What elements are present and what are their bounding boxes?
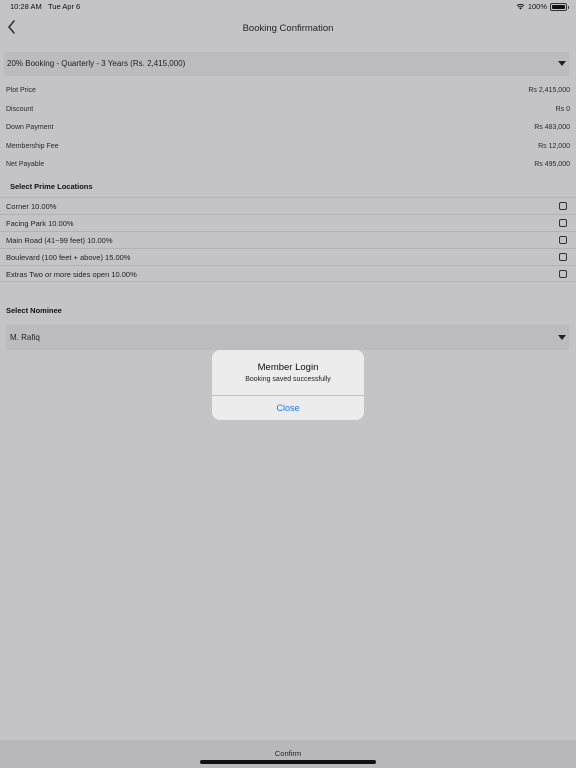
plot-price-label: Plot Price xyxy=(6,87,36,94)
plot-price-value: Rs 2,415,000 xyxy=(528,87,570,94)
nominee-title: Select Nominee xyxy=(6,306,62,315)
location-row-facing-park[interactable]: Facing Park 10.00% xyxy=(0,214,576,231)
status-time: 10:28 AM Tue Apr 6 xyxy=(10,2,80,11)
battery-icon xyxy=(550,2,569,11)
net-payable-value: Rs 495,000 xyxy=(534,161,570,168)
discount-label: Discount xyxy=(6,106,34,113)
checkbox[interactable] xyxy=(559,253,567,261)
checkbox[interactable] xyxy=(559,202,567,210)
membership-fee-label: Membership Fee xyxy=(6,143,59,150)
location-label: Facing Park 10.00% xyxy=(6,219,74,228)
caret-down-icon xyxy=(558,61,566,66)
checkbox[interactable] xyxy=(559,236,567,244)
caret-down-icon xyxy=(558,335,566,340)
home-indicator[interactable] xyxy=(200,760,376,764)
location-label: Boulevard (100 feet + above) 15.00% xyxy=(6,253,131,262)
plan-dropdown-value: 20% Booking - Quarterly - 3 Years (Rs. 2… xyxy=(7,59,186,68)
checkbox[interactable] xyxy=(559,270,567,278)
location-row-boulevard[interactable]: Boulevard (100 feet + above) 15.00% xyxy=(0,248,576,265)
location-row-main-road[interactable]: Main Road (41~99 feet) 10.00% xyxy=(0,231,576,248)
checkbox[interactable] xyxy=(559,219,567,227)
location-label: Extras Two or more sides open 10.00% xyxy=(6,270,137,279)
prime-locations-title: Select Prime Locations xyxy=(10,182,93,191)
wifi-icon xyxy=(516,3,525,10)
plan-dropdown[interactable]: 20% Booking - Quarterly - 3 Years (Rs. 2… xyxy=(4,52,569,76)
status-date: Tue Apr 6 xyxy=(47,2,81,11)
confirm-button[interactable]: Confirm xyxy=(0,749,576,758)
discount-value: Rs 0 xyxy=(555,106,570,113)
down-payment-value: Rs 483,000 xyxy=(534,124,570,131)
location-label: Main Road (41~99 feet) 10.00% xyxy=(6,236,113,245)
close-button[interactable]: Close xyxy=(212,396,364,420)
alert-dialog: Member Login Booking saved successfully … xyxy=(212,350,364,420)
status-clock: 10:28 AM xyxy=(10,2,42,11)
alert-title: Member Login xyxy=(257,362,319,373)
nominee-dropdown[interactable]: M. Rafiq xyxy=(6,325,569,350)
page-title: Booking Confirmation xyxy=(242,23,334,34)
location-label: Corner 10.00% xyxy=(6,202,57,211)
location-row-extras[interactable]: Extras Two or more sides open 10.00% xyxy=(0,265,576,282)
net-payable-label: Net Payable xyxy=(6,161,45,168)
status-indicators: 100% xyxy=(516,2,569,11)
battery-percent: 100% xyxy=(527,2,547,11)
nominee-dropdown-value: M. Rafiq xyxy=(10,333,40,342)
membership-fee-value: Rs 12,000 xyxy=(538,143,570,150)
down-payment-label: Down Payment xyxy=(6,124,54,131)
location-row-corner[interactable]: Corner 10.00% xyxy=(0,197,576,214)
alert-message: Booking saved successfully xyxy=(245,376,331,383)
